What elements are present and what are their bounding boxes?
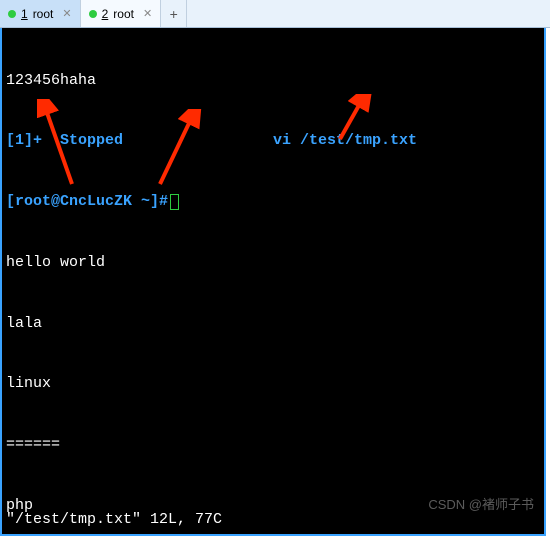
tab-bar: 1 root ✕ 2 root ✕ + bbox=[0, 0, 550, 28]
tab-number: 2 bbox=[102, 7, 109, 21]
status-dot-icon bbox=[8, 10, 16, 18]
tab-label: root bbox=[33, 7, 54, 21]
tab-1[interactable]: 1 root ✕ bbox=[0, 0, 81, 27]
new-tab-button[interactable]: + bbox=[161, 0, 187, 27]
terminal-line: hello world bbox=[6, 253, 540, 273]
terminal-line: ====== bbox=[6, 435, 540, 455]
tab-label: root bbox=[113, 7, 134, 21]
status-dot-icon bbox=[89, 10, 97, 18]
vi-status-line: "/test/tmp.txt" 12L, 77C bbox=[6, 510, 222, 530]
prompt-line: [root@CncLucZK ~]# bbox=[6, 192, 540, 212]
tab-2[interactable]: 2 root ✕ bbox=[81, 0, 162, 27]
job-command: vi /test/tmp.txt bbox=[273, 131, 417, 151]
stopped-job-line: [1]+ Stopped vi /test/tmp.txt bbox=[6, 131, 540, 151]
shell-prompt: [root@CncLucZK ~]# bbox=[6, 192, 168, 212]
close-icon[interactable]: ✕ bbox=[62, 7, 71, 20]
tab-number: 1 bbox=[21, 7, 28, 21]
cursor-icon bbox=[170, 194, 179, 210]
job-status: [1]+ Stopped bbox=[6, 131, 123, 151]
terminal-line: linux bbox=[6, 374, 540, 394]
terminal-line: lala bbox=[6, 314, 540, 334]
watermark: CSDN @褚师子书 bbox=[428, 496, 534, 514]
terminal-line: 123456haha bbox=[6, 71, 540, 91]
terminal[interactable]: 123456haha [1]+ Stopped vi /test/tmp.txt… bbox=[0, 28, 546, 536]
close-icon[interactable]: ✕ bbox=[143, 7, 152, 20]
